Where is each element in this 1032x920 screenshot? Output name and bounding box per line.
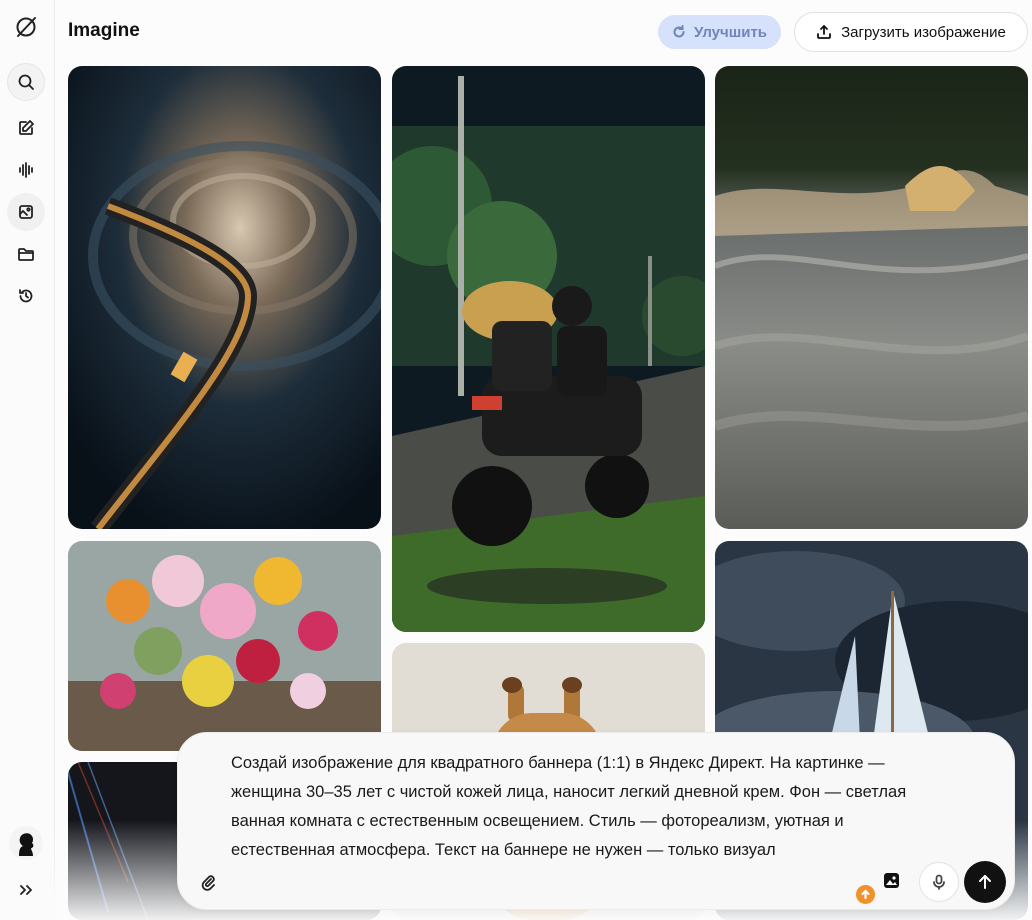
sidebar <box>0 0 55 920</box>
search-icon[interactable] <box>7 63 45 101</box>
improve-button[interactable]: Улучшить <box>658 15 781 49</box>
improve-label: Улучшить <box>693 23 768 41</box>
upload-label: Загрузить изображение <box>841 23 1006 41</box>
logo-icon[interactable] <box>7 8 45 46</box>
upload-icon <box>817 25 832 39</box>
prompt-input[interactable]: Создай изображение для квадратного банне… <box>231 749 911 865</box>
history-icon[interactable] <box>7 277 45 315</box>
gallery-image-train[interactable] <box>68 66 381 529</box>
voice-icon[interactable] <box>7 151 45 189</box>
mic-button[interactable] <box>919 862 959 902</box>
imagine-icon[interactable] <box>7 193 45 231</box>
upload-image-button[interactable]: Загрузить изображение <box>794 12 1028 52</box>
page-title: Imagine <box>68 20 140 41</box>
upload-badge-icon <box>856 885 875 904</box>
gallery-image-wave[interactable] <box>715 66 1028 529</box>
chevrons-right-icon[interactable] <box>7 871 45 909</box>
mic-icon <box>933 874 945 890</box>
avatar-icon[interactable] <box>9 826 43 860</box>
prompt-composer[interactable]: Создай изображение для квадратного банне… <box>177 732 1015 910</box>
gallery-image-flowers[interactable] <box>68 541 381 751</box>
image-icon[interactable] <box>884 873 899 888</box>
folder-icon[interactable] <box>7 235 45 273</box>
send-arrow-icon <box>979 875 991 889</box>
refresh-icon <box>673 25 685 38</box>
paperclip-icon[interactable] <box>197 871 219 893</box>
edit-icon[interactable] <box>7 109 45 147</box>
send-button[interactable] <box>964 861 1006 903</box>
gallery-image-motorcycle[interactable] <box>392 66 705 632</box>
